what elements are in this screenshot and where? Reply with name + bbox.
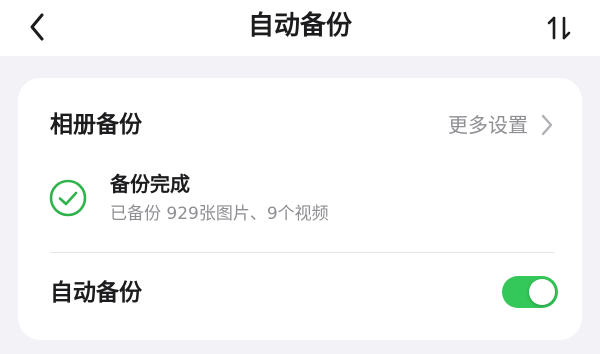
album-backup-title: 相册备份 [50, 112, 142, 138]
backup-status: 备份完成 已备份 929张图片、9个视频 [48, 170, 528, 230]
toggle-knob [529, 279, 555, 305]
auto-backup-toggle[interactable] [502, 276, 558, 308]
album-backup-header: 相册备份 更多设置 [50, 108, 554, 142]
backup-status-detail: 已备份 929张图片、9个视频 [110, 204, 329, 224]
auto-backup-label: 自动备份 [50, 280, 142, 306]
more-settings-link[interactable]: 更多设置 [448, 108, 554, 142]
chevron-right-icon [540, 113, 554, 137]
top-bar: 自动备份 [0, 0, 600, 56]
sort-button[interactable] [544, 13, 574, 43]
page-title: 自动备份 [247, 11, 352, 41]
album-backup-card: 相册备份 更多设置 备份完成 已备份 929张图片、9个视频 自动备份 [18, 78, 582, 340]
more-settings-label: 更多设置 [448, 113, 528, 137]
divider [50, 252, 554, 253]
check-circle-icon [49, 179, 87, 217]
auto-backup-row: 自动备份 [50, 274, 558, 312]
sort-arrows-icon [547, 16, 571, 40]
backup-status-title: 备份完成 [110, 172, 190, 196]
